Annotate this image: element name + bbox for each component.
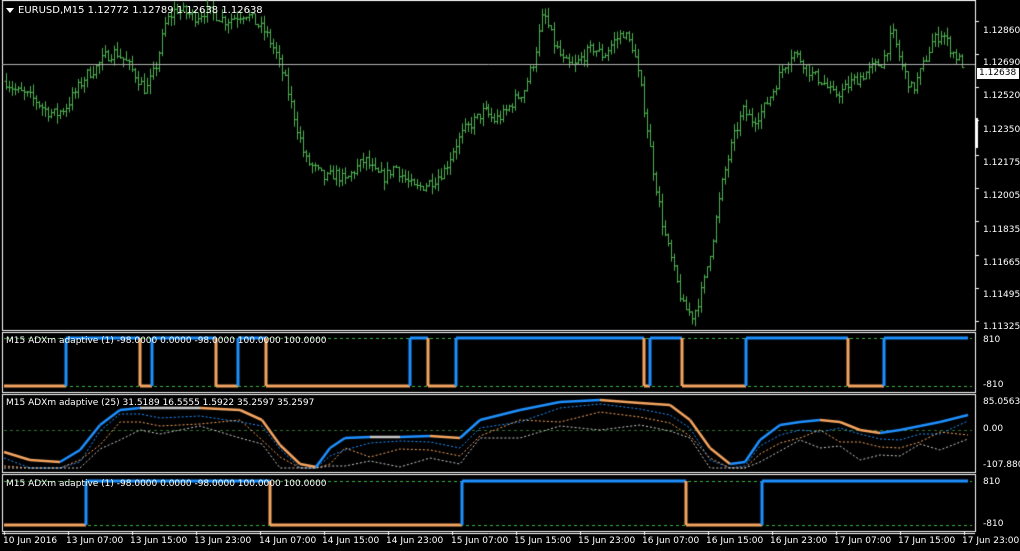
- time-tick: 15 Jun 07:00: [451, 536, 509, 546]
- time-tick: 16 Jun 07:00: [642, 536, 700, 546]
- price-tick: 1.11325: [983, 322, 1020, 332]
- indicator-1-axis-bottom: -810: [983, 380, 1004, 390]
- time-tick: 14 Jun 23:00: [386, 536, 444, 546]
- time-tick: 13 Jun 15:00: [130, 536, 188, 546]
- price-tick: 1.11835: [983, 225, 1020, 235]
- symbol-header: EURUSD,M15 1.12772 1.12789 1.12638 1.126…: [18, 5, 263, 17]
- chart-menu-icon[interactable]: [6, 8, 14, 13]
- time-tick: 14 Jun 15:00: [322, 536, 380, 546]
- time-tick: 15 Jun 23:00: [578, 536, 636, 546]
- time-tick: 17 Jun 23:00: [962, 536, 1020, 546]
- price-tick: 1.12690: [983, 58, 1020, 68]
- ohlc-open: 1.12772: [87, 5, 130, 16]
- indicator-2-axis-mid: 0.00: [983, 424, 1004, 434]
- ohlc-low: 1.12638: [176, 5, 219, 16]
- time-tick: 13 Jun 23:00: [194, 536, 252, 546]
- indicator-1-title: M15 ADXm adaptive (1) -98.0000 0.0000 -9…: [6, 336, 327, 346]
- time-tick: 10 Jun 2016: [3, 536, 58, 546]
- time-tick: 16 Jun 23:00: [770, 536, 828, 546]
- current-price-box: 1.12638: [977, 68, 1019, 79]
- price-tick: 1.12005: [983, 191, 1020, 201]
- time-tick: 13 Jun 07:00: [66, 536, 124, 546]
- time-tick: 14 Jun 07:00: [259, 536, 317, 546]
- time-tick: 15 Jun 15:00: [514, 536, 572, 546]
- price-tick: 1.11665: [983, 258, 1020, 268]
- indicator-3-title: M15 ADXm adaptive (1) -98.0000 0.0000 -9…: [6, 479, 327, 489]
- price-tick: 1.11495: [983, 290, 1020, 300]
- price-tick: 1.12350: [983, 125, 1020, 135]
- indicator-2-title: M15 ADXm adaptive (25) 31.5189 16.5555 1…: [6, 398, 315, 408]
- indicator-2-axis-bottom: -107.8803: [983, 460, 1020, 470]
- time-tick: 16 Jun 15:00: [706, 536, 764, 546]
- symbol-label: EURUSD,M15: [18, 5, 85, 16]
- price-tick: 1.12175: [983, 158, 1020, 168]
- indicator-1-axis-top: 810: [983, 335, 1001, 345]
- indicator-3-axis-top: 810: [983, 477, 1001, 487]
- price-tick: 1.12860: [983, 26, 1020, 36]
- indicator-2-axis-top: 85.0563: [983, 397, 1020, 407]
- indicator-3-axis-bottom: -810: [983, 519, 1004, 529]
- chart-canvas[interactable]: [0, 0, 1020, 551]
- price-tick: 1.12520: [983, 91, 1020, 101]
- time-tick: 17 Jun 15:00: [898, 536, 956, 546]
- time-tick: 17 Jun 07:00: [834, 536, 892, 546]
- ohlc-close: 1.12638: [221, 5, 263, 16]
- ohlc-high: 1.12789: [132, 5, 174, 16]
